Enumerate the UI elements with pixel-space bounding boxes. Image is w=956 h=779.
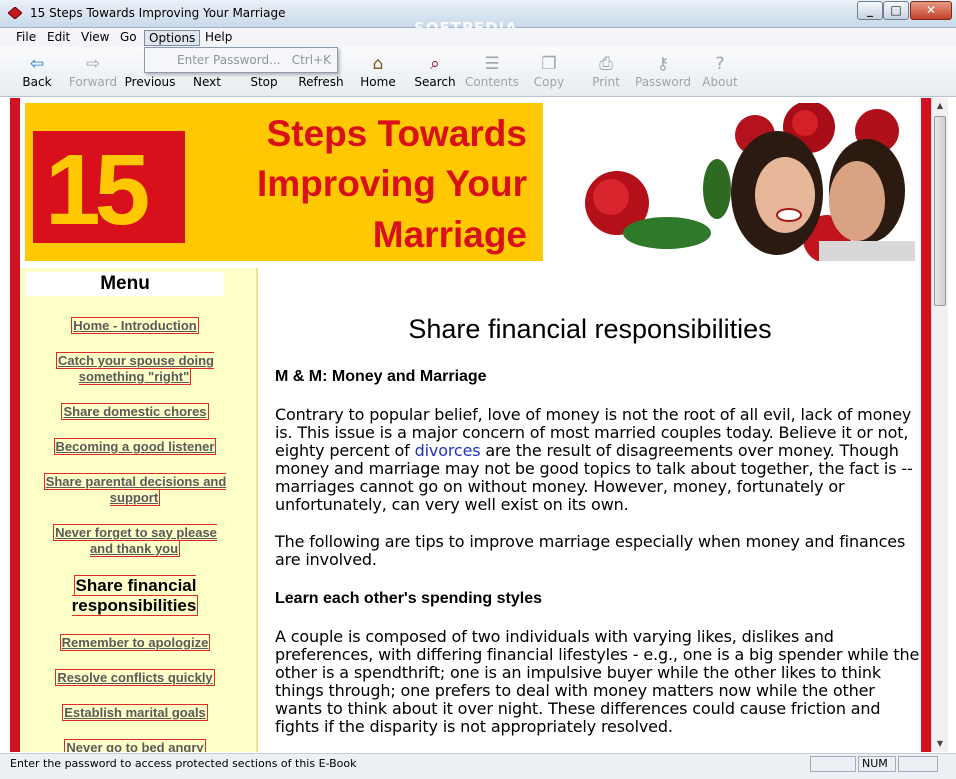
menu-view[interactable]: View [77, 30, 113, 46]
sidebar-link-domestic-chores[interactable]: Share domestic chores [20, 403, 250, 420]
status-message: Enter the password to access protected s… [10, 757, 357, 770]
title-banner: 15 Steps Towards Improving Your Marriage [25, 103, 543, 261]
banner-number-box: 15 [33, 131, 185, 246]
password-button[interactable]: ⚷ Password [635, 53, 691, 95]
print-button[interactable]: ⎙ Print [578, 53, 634, 95]
banner-number: 15 [45, 134, 150, 246]
sidebar-link-marital-goals[interactable]: Establish marital goals [20, 704, 250, 721]
home-button[interactable]: ⌂ Home [350, 53, 406, 95]
sidebar-link-apologize[interactable]: Remember to apologize [20, 634, 250, 651]
forward-button[interactable]: ⇨ Forward [65, 53, 121, 95]
status-num-indicator: NUM [858, 756, 896, 772]
page-content: 15 Steps Towards Improving Your Marriage [20, 98, 921, 752]
section-heading-money-marriage: M & M: Money and Marriage [275, 368, 487, 385]
divorces-link[interactable]: divorces [415, 441, 481, 460]
article: Share financial responsibilities M & M: … [265, 268, 919, 752]
maximize-button[interactable]: □ [883, 1, 909, 20]
vertical-scrollbar[interactable]: ▲ ▼ [931, 98, 948, 752]
sidebar-link-home-introduction[interactable]: Home - Introduction [20, 317, 250, 334]
copy-icon: ❐ [541, 54, 557, 74]
ebook-viewport: 15 Steps Towards Improving Your Marriage [10, 98, 931, 752]
banner-line-3: Marriage [372, 214, 527, 255]
title-bar: 15 Steps Towards Improving Your Marriage… [0, 0, 956, 37]
scrollbar-thumb[interactable] [934, 116, 946, 306]
status-panel-empty-2 [898, 756, 938, 772]
banner-line-1: Steps Towards [266, 113, 527, 154]
menu-bar: File Edit View Go Options Help [0, 28, 956, 47]
enter-password-menu-item[interactable]: Enter Password... Ctrl+K [147, 50, 335, 70]
banner-line-2: Improving Your [257, 163, 527, 204]
menu-options[interactable]: Options [144, 30, 201, 46]
back-arrow-icon: ⇦ [29, 54, 45, 74]
search-icon: ⌕ [430, 54, 440, 74]
sidebar-link-resolve-conflicts[interactable]: Resolve conflicts quickly [20, 669, 250, 686]
paragraph-tips: The following are tips to improve marria… [275, 532, 906, 569]
couple-with-roses-photo [577, 103, 915, 261]
status-panel-empty [810, 756, 856, 772]
about-button[interactable]: ? About [692, 53, 748, 95]
sidebar-link-bed-angry[interactable]: Never go to bed angry [20, 739, 250, 752]
sidebar-link-financial-responsibilities[interactable]: Share financial responsibilities [60, 575, 210, 616]
paragraph-intro: Contrary to popular belief, love of mone… [275, 405, 913, 514]
menu-file[interactable]: File [12, 30, 40, 46]
search-button[interactable]: ⌕ Search [407, 53, 463, 95]
menu-edit[interactable]: Edit [43, 30, 74, 46]
sidebar-link-catch-spouse[interactable]: Catch your spouse doing something "right… [55, 352, 215, 385]
key-icon: ⚷ [656, 54, 670, 74]
contents-icon: ☰ [484, 54, 500, 74]
sidebar-link-good-listener[interactable]: Becoming a good listener [20, 438, 250, 455]
menu-help[interactable]: Help [201, 30, 236, 46]
help-icon: ? [715, 54, 725, 74]
options-dropdown-menu: Enter Password... Ctrl+K [144, 47, 338, 73]
book-app-icon [8, 7, 22, 19]
home-icon: ⌂ [372, 54, 384, 74]
menu-go[interactable]: Go [116, 30, 141, 46]
article-title: Share financial responsibilities [408, 314, 772, 344]
window-title: 15 Steps Towards Improving Your Marriage [30, 6, 286, 20]
section-heading-spending-styles: Learn each other's spending styles [275, 590, 542, 607]
sidebar-link-parental-decisions[interactable]: Share parental decisions and support [35, 473, 235, 506]
back-button[interactable]: ⇦ Back [9, 53, 65, 95]
minimize-button[interactable]: _ [857, 1, 883, 20]
shortcut-label: Ctrl+K [291, 53, 331, 67]
forward-arrow-icon: ⇨ [85, 54, 101, 74]
sidebar-heading: Menu [26, 272, 224, 296]
copy-button[interactable]: ❐ Copy [521, 53, 577, 95]
contents-button[interactable]: ☰ Contents [464, 53, 520, 95]
scroll-down-arrow-icon[interactable]: ▼ [932, 736, 948, 752]
close-button[interactable]: ✕ [910, 1, 952, 20]
sidebar-menu: Menu Home - Introduction Catch your spou… [20, 268, 258, 752]
status-bar: Enter the password to access protected s… [0, 753, 956, 779]
scroll-up-arrow-icon[interactable]: ▲ [932, 98, 948, 114]
print-icon: ⎙ [599, 54, 613, 74]
paragraph-spending-styles: A couple is composed of two individuals … [275, 627, 920, 736]
sidebar-link-please-thank-you[interactable]: Never forget to say please and thank you [45, 524, 225, 557]
